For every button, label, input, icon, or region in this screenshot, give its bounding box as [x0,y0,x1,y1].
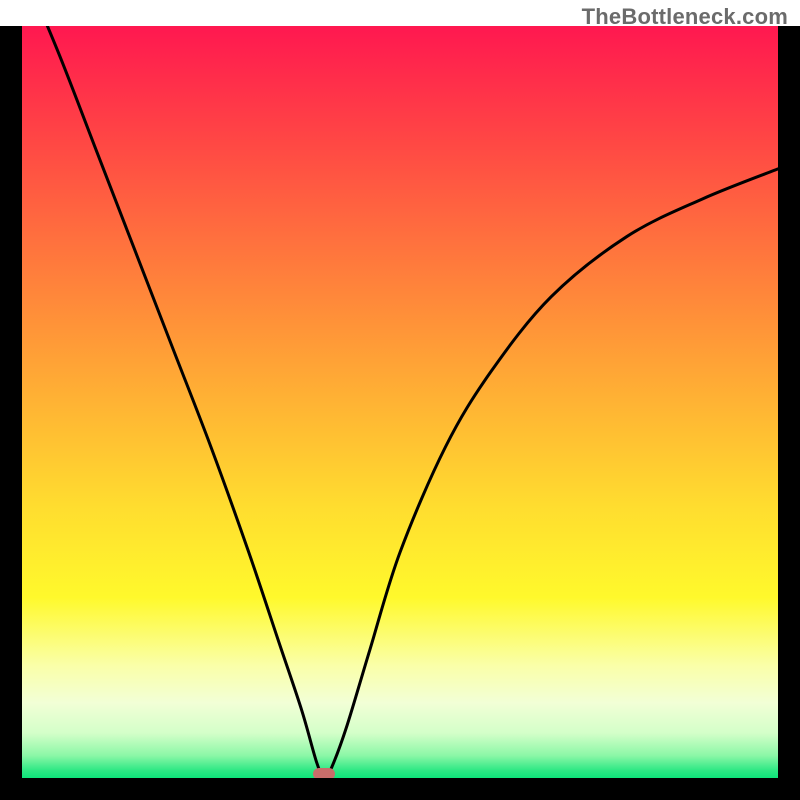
plot-area [22,26,778,778]
watermark-text: TheBottleneck.com [582,4,788,30]
minimum-marker [313,768,335,778]
bottleneck-curve [22,26,778,778]
plot-frame [0,26,800,800]
chart-container: TheBottleneck.com [0,0,800,800]
